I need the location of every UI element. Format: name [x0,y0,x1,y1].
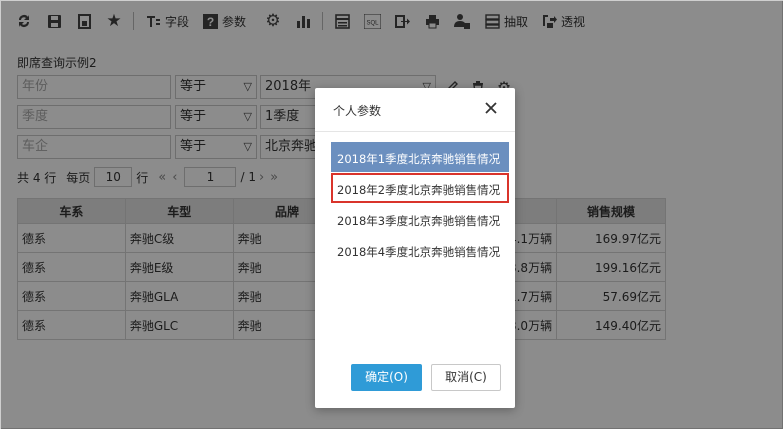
cancel-button[interactable]: 取消(C) [431,364,501,391]
ok-button[interactable]: 确定(O) [351,364,422,391]
param-item[interactable]: 2018年1季度北京奔驰销售情况 [331,142,509,172]
param-item[interactable]: 2018年4季度北京奔驰销售情况 [331,235,509,265]
close-button[interactable] [483,100,499,116]
dialog-divider [315,131,515,132]
param-item[interactable]: 2018年3季度北京奔驰销售情况 [331,204,509,234]
personal-params-dialog: 个人参数 2018年1季度北京奔驰销售情况 2018年2季度北京奔驰销售情况 2… [315,88,515,408]
close-icon [485,102,497,114]
app-window: ★ 字段 ? 参数 ⚙ SQL 抽取 透视 即席查询示例2 年份 等于 ▽ 20… [0,0,783,429]
dialog-title: 个人参数 [333,104,382,118]
param-item[interactable]: 2018年2季度北京奔驰销售情况 [331,173,509,203]
param-list: 2018年1季度北京奔驰销售情况 2018年2季度北京奔驰销售情况 2018年3… [331,142,509,266]
